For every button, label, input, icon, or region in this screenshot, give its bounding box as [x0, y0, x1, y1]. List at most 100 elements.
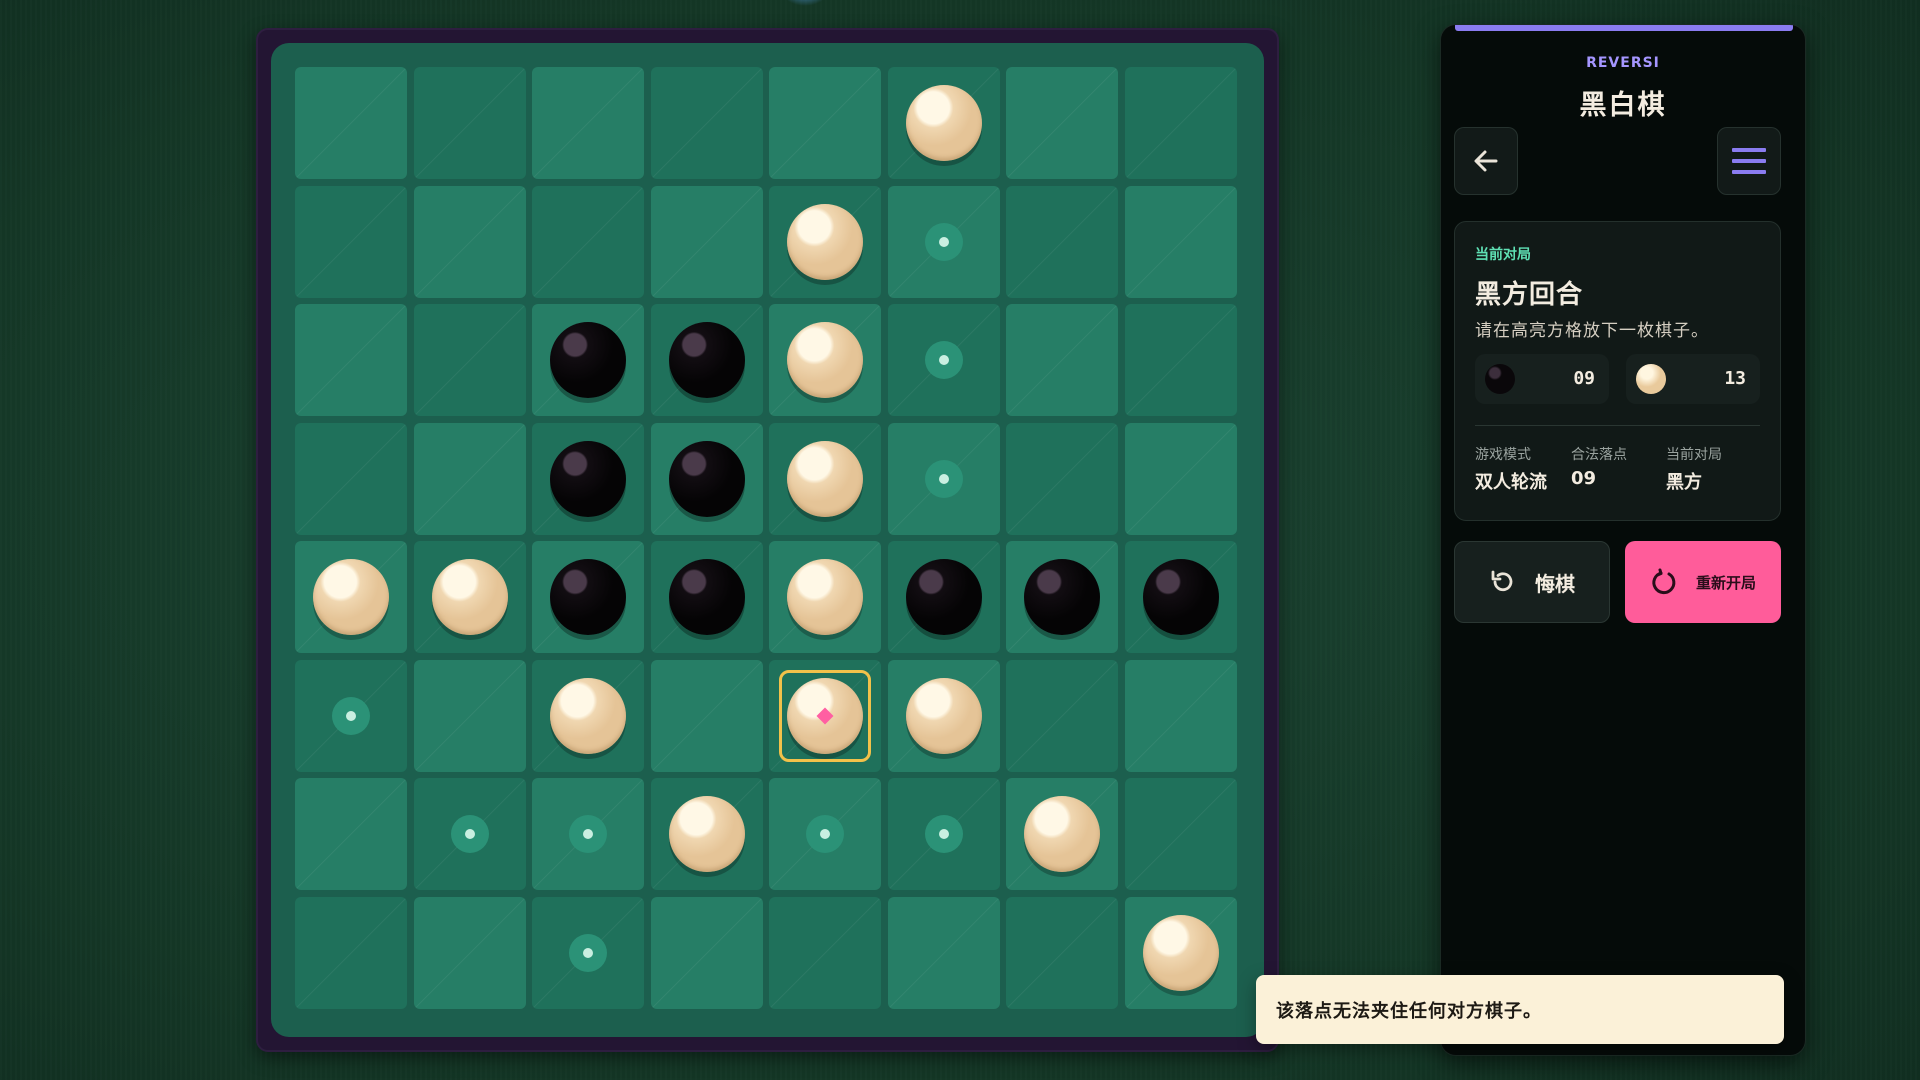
board-cell-r6-c7[interactable]: [1006, 659, 1118, 772]
panel-title: 黑白棋: [1579, 90, 1667, 121]
board-cell-r1-c3[interactable]: [532, 67, 644, 179]
board-cell-r6-c2[interactable]: [413, 659, 526, 772]
board-cell-r2-c1[interactable]: [295, 185, 407, 298]
board-cell-r6-c3[interactable]: [532, 659, 644, 772]
restart-button[interactable]: 重新开局: [1625, 541, 1781, 623]
white-disc: [787, 559, 863, 635]
board-cell-r1-c4[interactable]: [650, 67, 763, 179]
board-cell-r5-c5[interactable]: [769, 541, 881, 653]
board-cell-r3-c2[interactable]: [413, 304, 526, 416]
board-cell-r8-c6[interactable]: [887, 896, 1000, 1009]
board-cell-r7-c7[interactable]: [1006, 778, 1118, 890]
board-cell-r2-c2[interactable]: [413, 185, 526, 298]
board-cell-r4-c6[interactable]: [887, 422, 1000, 535]
board-cell-r2-c4[interactable]: [650, 185, 763, 298]
board-cell-r3-c7[interactable]: [1006, 304, 1118, 416]
board-cell-r4-c4[interactable]: [650, 422, 763, 535]
board-cell-r1-c2[interactable]: [413, 67, 526, 179]
white-disc: [313, 559, 389, 635]
white-disc: [431, 559, 508, 635]
legal-move-marker: [450, 815, 489, 853]
board-cell-r5-c7[interactable]: [1006, 541, 1118, 653]
game-board: [271, 43, 1264, 1037]
board-cell-r1-c6[interactable]: [887, 67, 1000, 179]
black-disc: [1142, 559, 1219, 635]
board-cell-r3-c6[interactable]: [887, 304, 1000, 416]
board-cell-r5-c8[interactable]: [1124, 541, 1237, 653]
white-disc: [787, 203, 863, 280]
turn-indicator: 黑方回合: [1475, 280, 1584, 310]
board-cell-r8-c7[interactable]: [1006, 896, 1118, 1009]
top-glow: [780, 0, 830, 6]
board-cell-r7-c2[interactable]: [413, 778, 526, 890]
board-cell-r3-c1[interactable]: [295, 304, 407, 416]
board-cell-r2-c6[interactable]: [887, 185, 1000, 298]
board-cell-r3-c3[interactable]: [532, 304, 644, 416]
legal-move-marker: [924, 815, 963, 853]
board-cell-r1-c1[interactable]: [295, 67, 407, 179]
board-cell-r5-c2[interactable]: [413, 541, 526, 653]
turn-message: 请在高亮方格放下一枚棋子。: [1475, 321, 1709, 341]
stat-value-mode: 双人轮流: [1475, 472, 1547, 493]
board-cell-r7-c3[interactable]: [532, 778, 644, 890]
board-cell-r1-c5[interactable]: [769, 67, 881, 179]
board-cell-r8-c1[interactable]: [295, 896, 407, 1009]
board-cell-r2-c5[interactable]: [769, 185, 881, 298]
board-cell-r8-c8[interactable]: [1124, 896, 1237, 1009]
undo-button[interactable]: 悔棋: [1454, 541, 1610, 623]
white-disc: [905, 677, 982, 754]
board-cell-r2-c3[interactable]: [532, 185, 644, 298]
board-cell-r8-c3[interactable]: [532, 896, 644, 1009]
board-cell-r1-c8[interactable]: [1124, 67, 1237, 179]
black-disc: [668, 322, 745, 398]
board-cell-r7-c8[interactable]: [1124, 778, 1237, 890]
board-cell-r4-c1[interactable]: [295, 422, 407, 535]
board-cell-r6-c1[interactable]: [295, 659, 407, 772]
board-cell-r1-c7[interactable]: [1006, 67, 1118, 179]
stat-value-legal-moves: 09: [1571, 468, 1597, 489]
board-cell-r7-c1[interactable]: [295, 778, 407, 890]
board-cell-r4-c5[interactable]: [769, 422, 881, 535]
board-cell-r8-c4[interactable]: [650, 896, 763, 1009]
stat-value-current: 黑方: [1666, 472, 1702, 493]
white-disc: [550, 677, 626, 754]
black-disc: [905, 559, 982, 635]
board-cell-r6-c6[interactable]: [887, 659, 1000, 772]
back-button[interactable]: [1454, 127, 1518, 195]
section-label: 当前对局: [1475, 247, 1531, 263]
board-cell-r7-c5[interactable]: [769, 778, 881, 890]
black-score: 09: [1475, 354, 1609, 404]
legal-move-marker: [924, 222, 963, 261]
restart-label: 重新开局: [1695, 573, 1756, 592]
board-cell-r6-c8[interactable]: [1124, 659, 1237, 772]
board-cell-r2-c8[interactable]: [1124, 185, 1237, 298]
legal-move-marker: [569, 933, 607, 972]
board-cell-r3-c4[interactable]: [650, 304, 763, 416]
board-cell-r7-c4[interactable]: [650, 778, 763, 890]
board-cell-r3-c8[interactable]: [1124, 304, 1237, 416]
panel-subtitle: REVERSI: [1586, 55, 1660, 71]
board-cell-r4-c2[interactable]: [413, 422, 526, 535]
board-cell-r3-c5[interactable]: [769, 304, 881, 416]
board-cell-r7-c6[interactable]: [887, 778, 1000, 890]
white-disc: [1142, 914, 1219, 991]
board-cell-r5-c3[interactable]: [532, 541, 644, 653]
legal-move-marker: [924, 341, 963, 379]
board-cell-r2-c7[interactable]: [1006, 185, 1118, 298]
black-disc: [668, 559, 745, 635]
board-cell-r5-c4[interactable]: [650, 541, 763, 653]
board-cell-r5-c1[interactable]: [295, 541, 407, 653]
board-cell-r8-c2[interactable]: [413, 896, 526, 1009]
legal-move-marker: [569, 815, 607, 853]
board-cell-r4-c3[interactable]: [532, 422, 644, 535]
board-cell-r6-c4[interactable]: [650, 659, 763, 772]
board-cell-r8-c5[interactable]: [769, 896, 881, 1009]
board-cell-r5-c6[interactable]: [887, 541, 1000, 653]
menu-button[interactable]: [1717, 127, 1781, 195]
board-cell-r6-c5[interactable]: [769, 659, 881, 772]
board-cell-r4-c8[interactable]: [1124, 422, 1237, 535]
board-cell-r4-c7[interactable]: [1006, 422, 1118, 535]
white-score: 13: [1626, 354, 1760, 404]
white-score-value: 13: [1724, 368, 1746, 389]
black-disc: [550, 440, 626, 517]
